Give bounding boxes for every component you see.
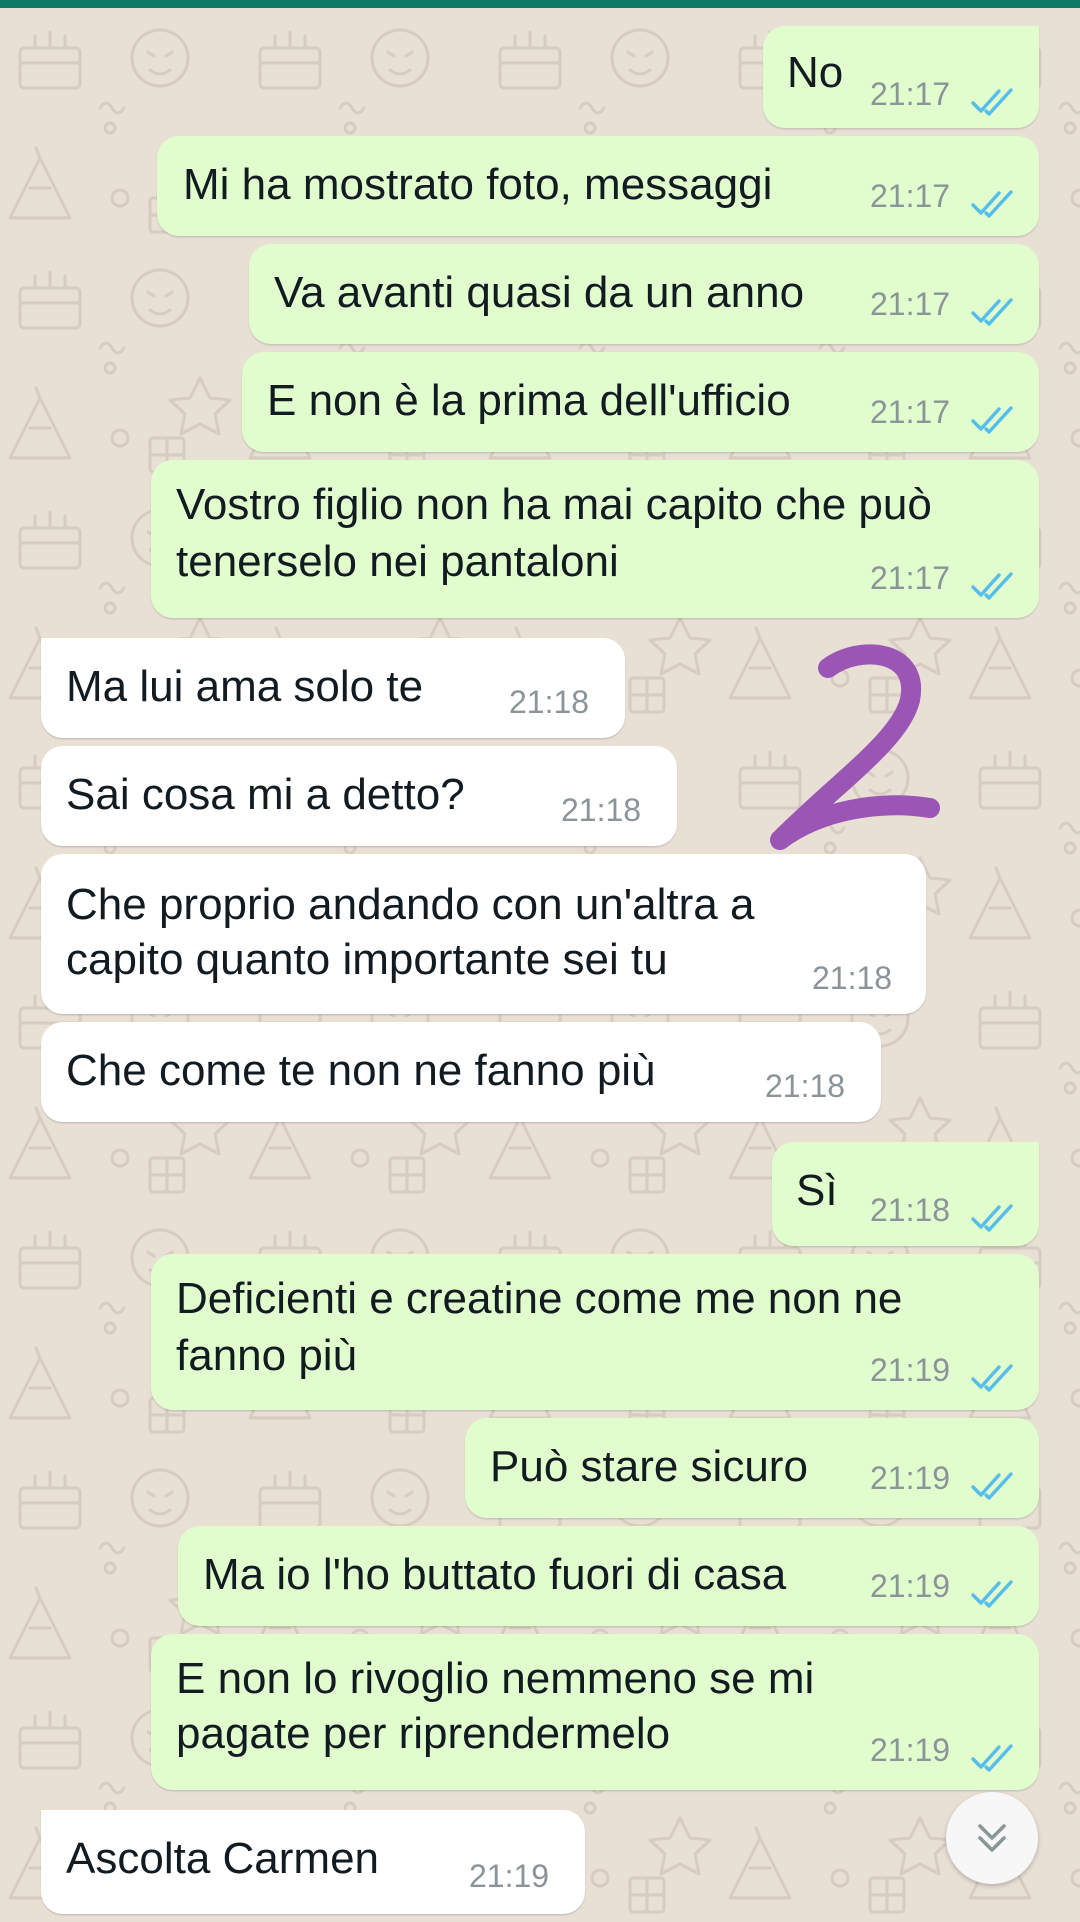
message-timestamp: 21:17 [870, 560, 951, 596]
double-check-icon [971, 1744, 1013, 1772]
message-text: Può stare sicuro [490, 1442, 808, 1491]
message-text-line: Deficienti e creatine come me non ne [176, 1274, 903, 1323]
message-bubble-outgoing[interactable]: Ma io l'ho buttato fuori di casa 21:19 [178, 1526, 1039, 1626]
double-check-icon [971, 572, 1013, 600]
message-bubble-outgoing[interactable]: No 21:17 [763, 26, 1039, 128]
message-bubble-outgoing[interactable]: E non è la prima dell'ufficio 21:17 [242, 352, 1039, 452]
message-text: Mi ha mostrato foto, messaggi [183, 160, 773, 209]
message-bubble-outgoing[interactable]: Sì 21:18 [772, 1142, 1039, 1246]
message-text: E non è la prima dell'ufficio [267, 376, 791, 425]
message-bubble-incoming[interactable]: Sai cosa mi a detto? 21:18 [41, 746, 677, 846]
message-text: Ma io l'ho buttato fuori di casa [203, 1550, 787, 1599]
message-text-line: capito quanto importante sei tu [66, 935, 668, 984]
message-timestamp: 21:18 [561, 792, 642, 828]
message-bubble-outgoing[interactable]: Vostro figlio non ha mai capito che può … [151, 460, 1039, 618]
message-bubble-outgoing[interactable]: Va avanti quasi da un anno 21:17 [249, 244, 1039, 344]
handwritten-annotation-two [770, 644, 940, 850]
message-bubble-outgoing[interactable]: Mi ha mostrato foto, messaggi 21:17 [157, 136, 1039, 236]
message-timestamp: 21:17 [870, 76, 951, 112]
message-text-line: fanno più [176, 1331, 358, 1380]
message-text-line: E non lo rivoglio nemmeno se mi [176, 1654, 815, 1703]
double-check-icon [971, 1204, 1013, 1232]
message-bubble-outgoing[interactable]: Può stare sicuro 21:19 [465, 1418, 1039, 1518]
message-text: Sì [796, 1166, 838, 1215]
message-bubble-incoming[interactable]: Ascolta Carmen 21:19 [41, 1810, 585, 1914]
message-timestamp: 21:18 [870, 1192, 951, 1228]
message-timestamp: 21:19 [870, 1732, 951, 1768]
message-timestamp: 21:19 [870, 1352, 951, 1388]
message-timestamp: 21:19 [469, 1858, 550, 1894]
message-bubble-outgoing[interactable]: E non lo rivoglio nemmeno se mi pagate p… [151, 1634, 1039, 1790]
scroll-to-bottom-button[interactable] [946, 1792, 1038, 1884]
message-text: Ma lui ama solo te [66, 662, 424, 711]
message-timestamp: 21:17 [870, 286, 951, 322]
double-check-icon [971, 190, 1013, 218]
message-bubble-outgoing[interactable]: Deficienti e creatine come me non ne fan… [151, 1254, 1039, 1410]
double-check-icon [971, 1472, 1013, 1500]
double-check-icon [971, 1580, 1013, 1608]
message-text-line: Vostro figlio non ha mai capito che può [176, 480, 932, 529]
message-text: Va avanti quasi da un anno [274, 268, 805, 317]
double-check-icon [971, 298, 1013, 326]
message-timestamp: 21:18 [812, 960, 893, 996]
double-check-icon [971, 1364, 1013, 1392]
message-timestamp: 21:19 [870, 1460, 951, 1496]
message-bubble-incoming[interactable]: Che come te non ne fanno più 21:18 [41, 1022, 881, 1122]
message-timestamp: 21:17 [870, 394, 951, 430]
message-bubble-incoming[interactable]: Ma lui ama solo te 21:18 [41, 638, 625, 738]
message-text: Che come te non ne fanno più [66, 1046, 656, 1095]
message-text-line: pagate per riprendermelo [176, 1709, 671, 1758]
app-header-strip [0, 0, 1080, 8]
double-check-icon [971, 406, 1013, 434]
message-text: Ascolta Carmen [66, 1834, 380, 1883]
message-text-line: Che proprio andando con un'altra a [66, 880, 755, 929]
message-timestamp: 21:17 [870, 178, 951, 214]
message-timestamp: 21:18 [509, 684, 590, 720]
message-timestamp: 21:19 [870, 1568, 951, 1604]
message-text-line: tenerselo nei pantaloni [176, 537, 619, 586]
message-bubble-incoming[interactable]: Che proprio andando con un'altra a capit… [41, 854, 926, 1014]
message-text: No [787, 48, 844, 97]
double-check-icon [971, 88, 1013, 116]
chevron-double-down-icon [978, 1824, 1006, 1852]
message-text: Sai cosa mi a detto? [66, 770, 465, 819]
message-timestamp: 21:18 [765, 1068, 846, 1104]
